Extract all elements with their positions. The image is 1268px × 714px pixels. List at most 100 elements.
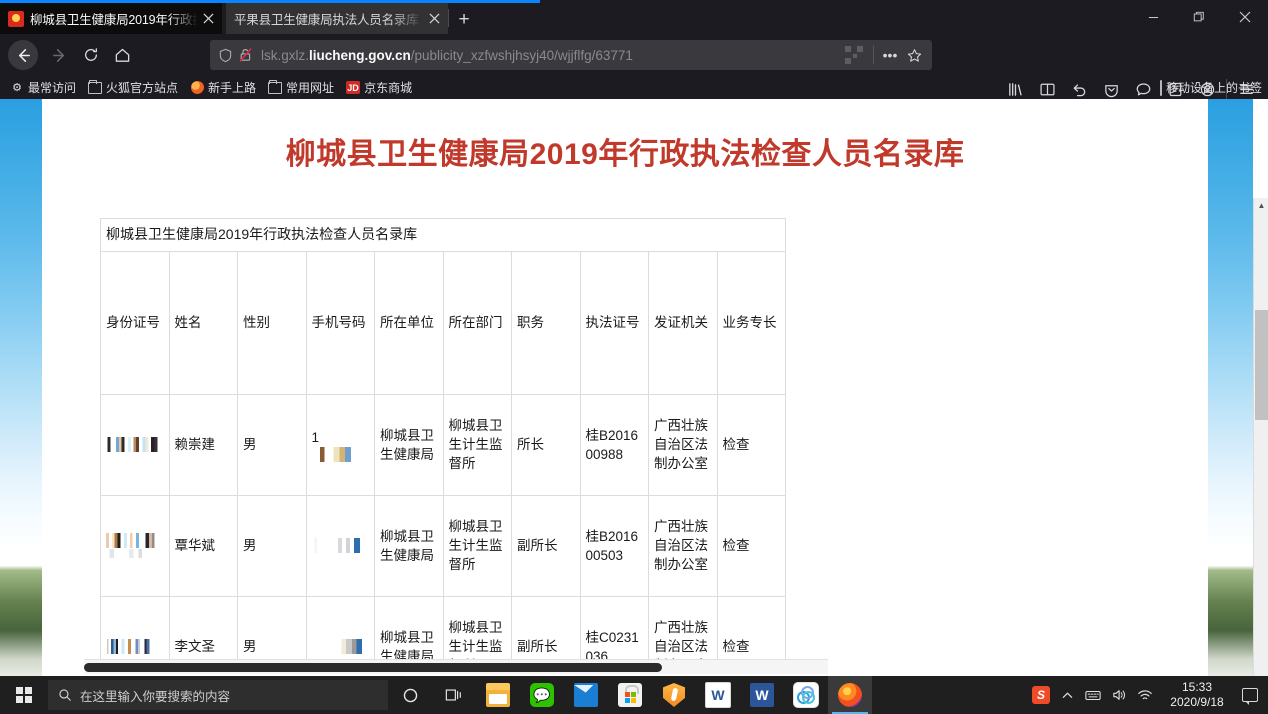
close-icon[interactable] [198, 9, 218, 29]
page-vertical-scrollbar[interactable]: ▲ ▼ [1253, 198, 1268, 676]
table-row: 覃华斌 男 柳城县卫生健康局 柳城县卫生计生监督所 副所长 桂B20160050… [100, 494, 786, 597]
cell-department: 柳城县卫生计生监督所 [442, 494, 512, 597]
url-prefix: lsk.gxlz. [261, 47, 310, 63]
taskbar-app-wechat[interactable]: 💬 [520, 676, 564, 714]
table-horizontal-scroll-thumb[interactable] [84, 663, 662, 672]
notification-icon[interactable] [1236, 676, 1264, 714]
close-icon[interactable] [424, 9, 444, 29]
bookmark-label: 移动设备上的书签 [1165, 81, 1262, 95]
windows-start-icon[interactable] [0, 676, 48, 714]
task-view-icon[interactable] [432, 676, 476, 714]
taskbar-app-security-shield[interactable] [652, 676, 696, 714]
taskbar-app-microsoft-word[interactable]: W [740, 676, 784, 714]
cell-sex: 男 [237, 393, 307, 496]
page-scroll-thumb[interactable] [1255, 310, 1268, 420]
page-title: 柳城县卫生健康局2019年行政执法检查人员名录库 [285, 138, 965, 171]
table-header-row: 身份证号 姓名 性别 手机号码 所在单位 所在部门 职务 执法证号 发证机关 业… [100, 250, 786, 395]
table-horizontal-scrollbar[interactable] [84, 659, 828, 674]
taskbar-search-input[interactable]: 在这里输入你要搜索的内容 [48, 680, 388, 710]
folder-icon [268, 79, 283, 95]
tab-strip: 柳城县卫生健康局2019年行政执法检查人员名录库 平果县卫生健康局执法人员名录库… [0, 0, 1268, 34]
network-icon[interactable] [1132, 676, 1158, 714]
cell-post: 副所长 [511, 494, 581, 597]
bookmark-firefox-site[interactable]: 火狐官方站点 [88, 79, 178, 96]
new-tab-button[interactable]: + [452, 7, 476, 31]
scroll-up-arrow-icon[interactable]: ▲ [1254, 198, 1268, 213]
firefox-icon [190, 81, 204, 95]
taskbar-app-mail[interactable] [564, 676, 608, 714]
column-header-department: 所在部门 [442, 250, 512, 395]
back-icon[interactable] [8, 40, 38, 70]
sogou-input-icon[interactable]: S [1028, 676, 1054, 714]
taskbar-app-wps-word[interactable]: W [696, 676, 740, 714]
cell-issuing-org: 广西壮族自治区法制办公室 [648, 494, 718, 597]
mobile-bookmarks-icon [1159, 79, 1162, 96]
taskbar-clock[interactable]: 15:33 2020/9/18 [1158, 676, 1236, 714]
page-viewport: 柳城县卫生健康局2019年行政执法检查人员名录库 柳城县卫生健康局2019年行政… [0, 99, 1268, 676]
column-header-id-number: 身份证号 [100, 250, 170, 395]
search-placeholder-text: 在这里输入你要搜索的内容 [80, 689, 231, 704]
input-method-icon[interactable] [1080, 676, 1106, 714]
browser-chrome: 柳城县卫生健康局2019年行政执法检查人员名录库 平果县卫生健康局执法人员名录库… [0, 0, 1268, 99]
bookmark-getting-started[interactable]: 新手上路 [190, 79, 256, 96]
personnel-table: 柳城县卫生健康局2019年行政执法检查人员名录库 身份证号 姓名 性别 手机号码… [100, 218, 786, 666]
taskbar-app-rings[interactable] [784, 676, 828, 714]
page-content-sheet: 柳城县卫生健康局2019年行政执法检查人员名录库 柳城县卫生健康局2019年行政… [42, 99, 1208, 676]
tab-title: 柳城县卫生健康局2019年行政执法检查人员名录库 [30, 13, 198, 27]
bookmark-label: 火狐官方站点 [106, 81, 179, 95]
china-emblem-icon [8, 10, 24, 27]
cortana-icon[interactable] [388, 676, 432, 714]
qr-code-icon[interactable] [845, 46, 863, 64]
address-bar[interactable]: lsk.gxlz.liucheng.gov.cn/publicity_xzfws… [210, 40, 932, 70]
bookmark-star-icon[interactable] [902, 43, 926, 67]
forward-icon[interactable] [44, 40, 74, 70]
minimize-icon[interactable] [1130, 0, 1176, 34]
cell-specialty: 检查 [716, 393, 786, 496]
table-row: 李文圣 男 柳城县卫生健康局 柳城县卫生计生监督所 副所长 桂C0231036 … [100, 595, 786, 666]
column-header-phone: 手机号码 [305, 250, 375, 395]
cell-post: 所长 [511, 393, 581, 496]
bookmarks-bar: ⚙ 最常访问 火狐官方站点 新手上路 常用网址 JD 京东商城 移动设备上的书签 [0, 76, 1268, 99]
redaction-mosaic [311, 538, 369, 554]
volume-icon[interactable] [1106, 676, 1132, 714]
windows-taskbar: 在这里输入你要搜索的内容 💬 W W S 15:33 2020/9/18 [0, 676, 1268, 714]
cell-specialty: 检查 [716, 494, 786, 597]
cell-phone-redacted [305, 494, 375, 597]
home-icon[interactable] [107, 40, 137, 70]
browser-tab-inactive[interactable]: 平果县卫生健康局执法人员名录库 [226, 3, 448, 34]
navigation-toolbar: lsk.gxlz.liucheng.gov.cn/publicity_xzfws… [0, 34, 1268, 99]
bookmark-jd[interactable]: JD 京东商城 [346, 79, 412, 96]
close-icon[interactable] [1222, 0, 1268, 34]
column-header-issuing-org: 发证机关 [648, 250, 718, 395]
cell-phone-redacted [305, 595, 375, 666]
reload-icon[interactable] [76, 40, 106, 70]
table-row: 赖崇建 男 1 柳城县卫生健康局 柳城县卫生计生监督所 所长 桂B2016009… [100, 393, 786, 496]
tracking-shield-icon[interactable] [218, 48, 233, 63]
broken-lock-icon[interactable] [238, 47, 253, 63]
redaction-mosaic [311, 639, 369, 655]
taskbar-app-microsoft-store[interactable] [608, 676, 652, 714]
active-tab-accent [0, 0, 540, 3]
maximize-icon[interactable] [1176, 0, 1222, 34]
screen-root: 柳城县卫生健康局2019年行政执法检查人员名录库 平果县卫生健康局执法人员名录库… [0, 0, 1268, 714]
window-controls [1130, 0, 1268, 34]
chevron-up-icon[interactable] [1054, 676, 1080, 714]
redaction-mosaic [106, 549, 164, 559]
table-caption: 柳城县卫生健康局2019年行政执法检查人员名录库 [100, 218, 786, 252]
bookmark-common-sites[interactable]: 常用网址 [268, 79, 334, 96]
cell-cert-no: 桂B201600988 [579, 393, 649, 496]
page-actions-icon[interactable]: ••• [878, 43, 902, 67]
table-scroll-area[interactable]: 柳城县卫生健康局2019年行政执法检查人员名录库 身份证号 姓名 性别 手机号码… [100, 218, 844, 666]
cell-name: 李文圣 [168, 595, 238, 666]
bookmark-mobile-folder[interactable]: 移动设备上的书签 [1159, 76, 1262, 99]
browser-tab-active[interactable]: 柳城县卫生健康局2019年行政执法检查人员名录库 [0, 0, 222, 34]
urlbar-separator [873, 46, 874, 64]
bookmark-most-visited[interactable]: ⚙ 最常访问 [10, 79, 76, 96]
jd-icon: JD [346, 81, 361, 94]
taskbar-app-file-explorer[interactable] [476, 676, 520, 714]
cell-specialty: 检查 [716, 595, 786, 666]
tab-title: 平果县卫生健康局执法人员名录库 [234, 13, 419, 27]
url-domain: liucheng.gov.cn [309, 47, 411, 63]
taskbar-app-firefox[interactable] [828, 676, 872, 714]
folder-icon [88, 79, 103, 95]
